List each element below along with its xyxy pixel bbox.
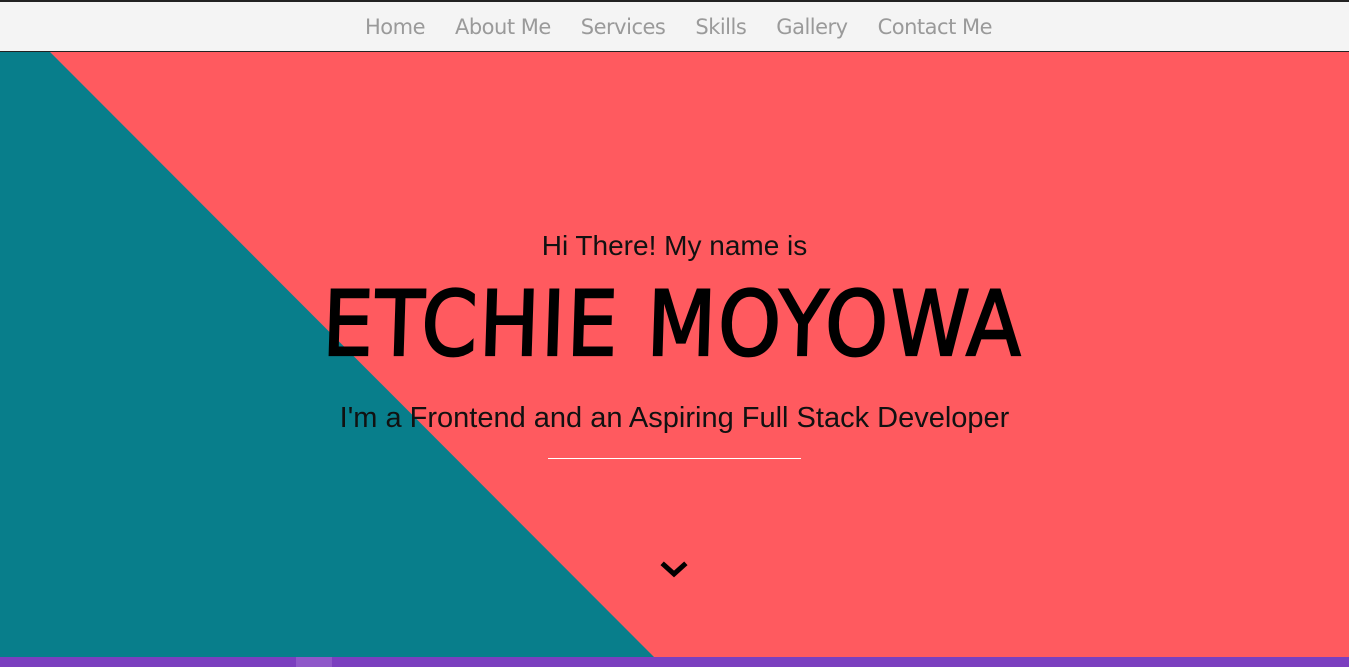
hero-divider bbox=[548, 458, 801, 459]
scroll-down-button[interactable] bbox=[659, 560, 689, 584]
nav-link-about[interactable]: About Me bbox=[455, 15, 551, 39]
nav-link-contact[interactable]: Contact Me bbox=[878, 15, 993, 39]
nav-item-contact: Contact Me bbox=[878, 15, 993, 39]
hero-greeting: Hi There! My name is bbox=[541, 230, 808, 261]
nav-item-services: Services bbox=[581, 15, 666, 39]
hero-content: Hi There! My name is ETCHIE MOYOWA I'm a… bbox=[0, 52, 1349, 657]
nav-link-skills[interactable]: Skills bbox=[695, 15, 746, 39]
nav-link-gallery[interactable]: Gallery bbox=[776, 15, 848, 39]
nav-link-services[interactable]: Services bbox=[581, 15, 666, 39]
hero-name: ETCHIE MOYOWA bbox=[320, 271, 1026, 377]
hero-section: Hi There! My name is ETCHIE MOYOWA I'm a… bbox=[0, 52, 1349, 657]
chevron-down-icon bbox=[660, 561, 688, 578]
nav-list: Home About Me Services Skills Gallery Co… bbox=[0, 2, 1349, 51]
nav-link-home[interactable]: Home bbox=[365, 15, 426, 39]
navbar: Home About Me Services Skills Gallery Co… bbox=[0, 2, 1349, 52]
bottom-bar bbox=[0, 657, 1349, 667]
nav-item-gallery: Gallery bbox=[776, 15, 848, 39]
nav-item-home: Home bbox=[365, 15, 426, 39]
bottom-bar-mark bbox=[296, 657, 332, 667]
hero-tagline: I'm a Frontend and an Aspiring Full Stac… bbox=[339, 402, 1010, 434]
nav-item-skills: Skills bbox=[695, 15, 746, 39]
nav-item-about: About Me bbox=[455, 15, 551, 39]
